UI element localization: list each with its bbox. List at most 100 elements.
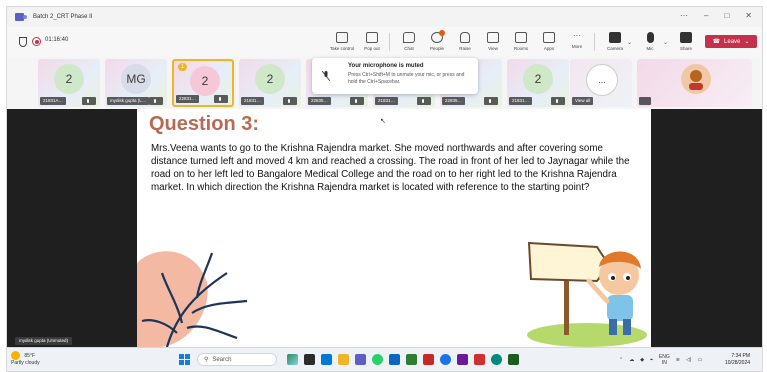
avatar: MG bbox=[121, 64, 151, 94]
weather-widget[interactable]: 85°F Partly cloudy bbox=[11, 351, 40, 367]
mic-label: Mic bbox=[646, 46, 654, 51]
mic-chevron-down-icon[interactable]: ⌄ bbox=[663, 39, 668, 46]
participant-name: 21831… bbox=[509, 97, 533, 105]
weather-temperature: 85°F bbox=[24, 352, 36, 359]
mic-button[interactable]: Mic bbox=[635, 30, 665, 54]
apps-label: Apps bbox=[543, 46, 555, 51]
language-indicator[interactable]: ENG IN bbox=[659, 354, 670, 366]
participant-tile[interactable]: 2 21831A… bbox=[38, 59, 100, 107]
cursor-icon: ↖ bbox=[380, 118, 386, 125]
task-view-icon[interactable] bbox=[304, 354, 315, 365]
file-explorer-icon[interactable] bbox=[338, 354, 349, 365]
teams-taskbar-icon[interactable] bbox=[355, 354, 366, 365]
window-controls: ⋯ – □ ✕ bbox=[680, 11, 752, 20]
leave-button[interactable]: ☎ Leave ⌄ bbox=[705, 35, 757, 48]
chrome-icon[interactable] bbox=[440, 354, 451, 365]
taskbar-search[interactable]: ⚲ Search bbox=[197, 353, 277, 366]
slide-title: Question 3: bbox=[149, 113, 260, 135]
app-icon[interactable] bbox=[406, 354, 417, 365]
mic-muted-icon bbox=[214, 95, 228, 103]
app-icon[interactable] bbox=[389, 354, 400, 365]
chat-button[interactable]: Chat bbox=[394, 30, 424, 54]
chevron-up-icon[interactable]: ⌃ bbox=[619, 357, 623, 363]
people-label: People bbox=[429, 46, 444, 51]
maximize-button[interactable]: □ bbox=[724, 11, 729, 20]
meeting-toolbar: 01:16:40 Take control Pop out Chat Peopl… bbox=[7, 27, 762, 58]
mic-muted-icon bbox=[417, 97, 431, 105]
muted-notification: Your microphone is muted Press Ctrl+Shif… bbox=[312, 58, 478, 94]
edge-browser-icon[interactable] bbox=[321, 354, 332, 365]
take-control-button[interactable]: Take control bbox=[327, 30, 357, 54]
participant-tile-video[interactable] bbox=[637, 59, 752, 107]
excel-icon[interactable] bbox=[508, 354, 519, 365]
shield-icon[interactable] bbox=[19, 37, 27, 47]
rooms-icon bbox=[515, 32, 527, 43]
share-button[interactable]: Share bbox=[671, 30, 701, 54]
view-button[interactable]: View bbox=[478, 30, 508, 54]
app-icon[interactable] bbox=[474, 354, 485, 365]
rooms-button[interactable]: Rooms bbox=[506, 30, 536, 54]
participant-name: 22835… bbox=[308, 97, 332, 105]
mic-off-icon bbox=[646, 32, 654, 43]
camera-chevron-down-icon[interactable]: ⌄ bbox=[627, 39, 632, 46]
more-options-icon[interactable]: ⋯ bbox=[680, 11, 688, 20]
view-all-tile[interactable]: ... View all bbox=[570, 59, 632, 107]
toolbar-divider bbox=[389, 33, 390, 51]
camera-button[interactable]: Camera bbox=[600, 30, 630, 54]
partly-cloudy-icon bbox=[11, 351, 20, 360]
teams-window: Batch 2_CRT Phase II ⋯ – □ ✕ 01:16:40 Ta… bbox=[6, 6, 763, 372]
participant-name: 21831A… bbox=[40, 97, 67, 105]
mic-muted-icon bbox=[322, 71, 330, 81]
presenter-name-label: mydisk gupta (Unmuted) bbox=[15, 337, 73, 345]
raised-hand-icon: 1 bbox=[178, 63, 188, 71]
camera-label: Camera bbox=[606, 46, 623, 51]
whatsapp-icon[interactable] bbox=[372, 354, 383, 365]
clock-date: 10/28/2024 bbox=[725, 360, 751, 366]
app-icon[interactable] bbox=[423, 354, 434, 365]
view-label: View bbox=[488, 46, 498, 51]
app-tray-icon[interactable]: ◆ bbox=[640, 357, 644, 363]
rooms-label: Rooms bbox=[513, 46, 529, 51]
volume-icon[interactable]: ◁) bbox=[686, 357, 692, 363]
location-icon[interactable]: ⌖ bbox=[650, 357, 653, 363]
battery-icon[interactable]: ▭ bbox=[697, 357, 702, 363]
apps-button[interactable]: Apps bbox=[534, 30, 564, 54]
mic-muted-icon bbox=[283, 97, 297, 105]
avatar: 2 bbox=[255, 64, 285, 94]
more-label: More bbox=[571, 44, 583, 49]
mic-muted-icon bbox=[149, 97, 163, 105]
wifi-icon[interactable]: ≋ bbox=[676, 357, 680, 363]
camera-off-icon bbox=[609, 32, 621, 43]
chat-icon bbox=[403, 32, 415, 43]
more-button[interactable]: ··· More bbox=[562, 30, 592, 54]
participant-name: 21831… bbox=[375, 97, 399, 105]
taskbar-clock[interactable]: 7:34 PM 10/28/2024 bbox=[725, 353, 750, 367]
windows-start-icon[interactable] bbox=[179, 354, 190, 365]
cloud-icon[interactable]: ☁ bbox=[629, 357, 634, 363]
app-icon[interactable] bbox=[491, 354, 502, 365]
phone-hangup-icon: ☎ bbox=[712, 39, 721, 45]
participant-tile-hand-raised[interactable]: 1 2 22831… bbox=[172, 59, 234, 107]
pop-out-icon bbox=[366, 32, 378, 43]
participant-tile[interactable]: 2 21831… bbox=[507, 59, 569, 107]
landscape-widget-icon[interactable] bbox=[287, 354, 298, 365]
grid-view-icon bbox=[487, 32, 499, 43]
raise-hand-button[interactable]: Raise bbox=[450, 30, 480, 54]
avatar: 2 bbox=[54, 64, 84, 94]
system-tray: ⌃ ☁ ◆ ⌖ ENG IN ≋ ◁) ▭ bbox=[619, 354, 702, 366]
teams-app-icon bbox=[15, 13, 27, 21]
app-icon[interactable] bbox=[457, 354, 468, 365]
close-button[interactable]: ✕ bbox=[745, 11, 752, 20]
hand-icon bbox=[460, 32, 470, 43]
pop-out-button[interactable]: Pop out bbox=[357, 30, 387, 54]
participant-name bbox=[639, 97, 651, 105]
participant-tile[interactable]: MG mydisk gupta (L… bbox=[105, 59, 167, 107]
minimize-button[interactable]: – bbox=[704, 11, 708, 20]
participant-tile[interactable]: 2 21831… bbox=[239, 59, 301, 107]
clock-time: 7:34 PM bbox=[731, 353, 751, 359]
share-label: Share bbox=[679, 46, 692, 51]
take-control-label: Take control bbox=[329, 46, 355, 51]
search-placeholder: Search bbox=[212, 356, 232, 363]
people-button[interactable]: People bbox=[422, 30, 452, 54]
participant-name: 22831… bbox=[176, 95, 200, 103]
